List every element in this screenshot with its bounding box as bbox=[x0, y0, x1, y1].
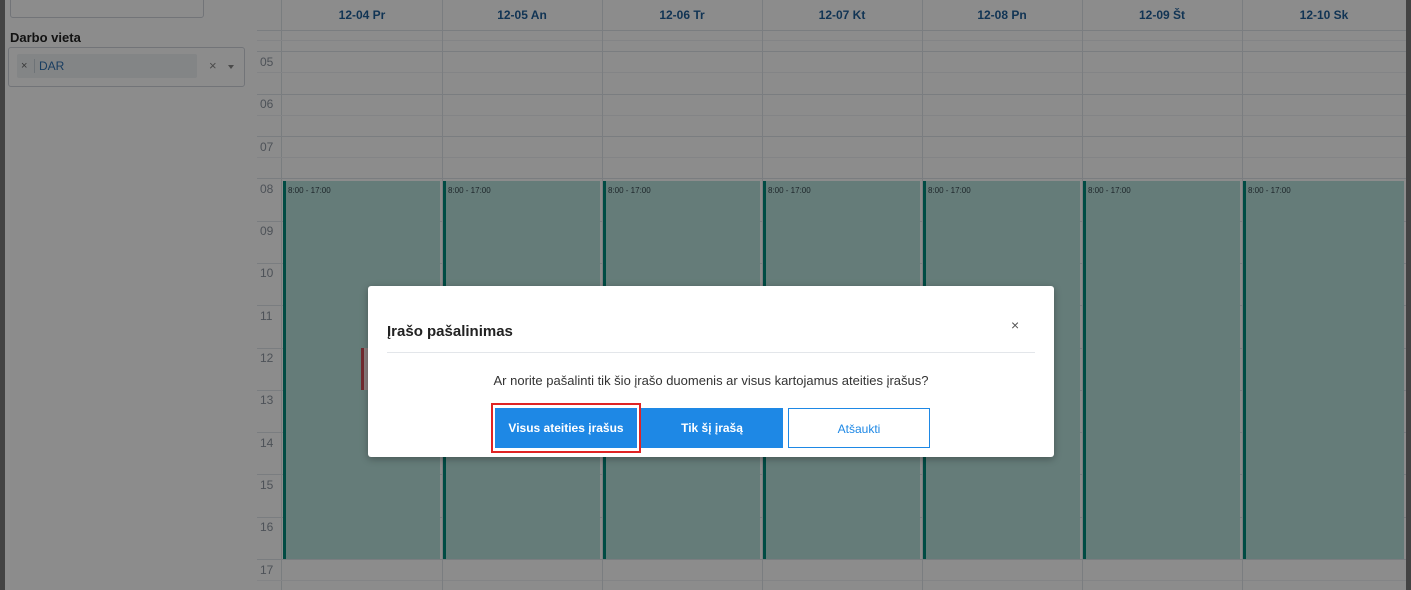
delete-all-future-button[interactable]: Visus ateities įrašus bbox=[495, 408, 637, 448]
dialog-message: Ar norite pašalinti tik šio įrašo duomen… bbox=[493, 373, 929, 388]
close-icon[interactable]: × bbox=[1011, 317, 1019, 333]
dialog-title: Įrašo pašalinimas bbox=[387, 323, 513, 340]
dialog-divider bbox=[387, 352, 1035, 353]
delete-entry-dialog: Įrašo pašalinimas × Ar norite pašalinti … bbox=[368, 286, 1054, 457]
cancel-button[interactable]: Atšaukti bbox=[788, 408, 930, 448]
delete-only-this-button[interactable]: Tik šį įrašą bbox=[641, 408, 783, 448]
